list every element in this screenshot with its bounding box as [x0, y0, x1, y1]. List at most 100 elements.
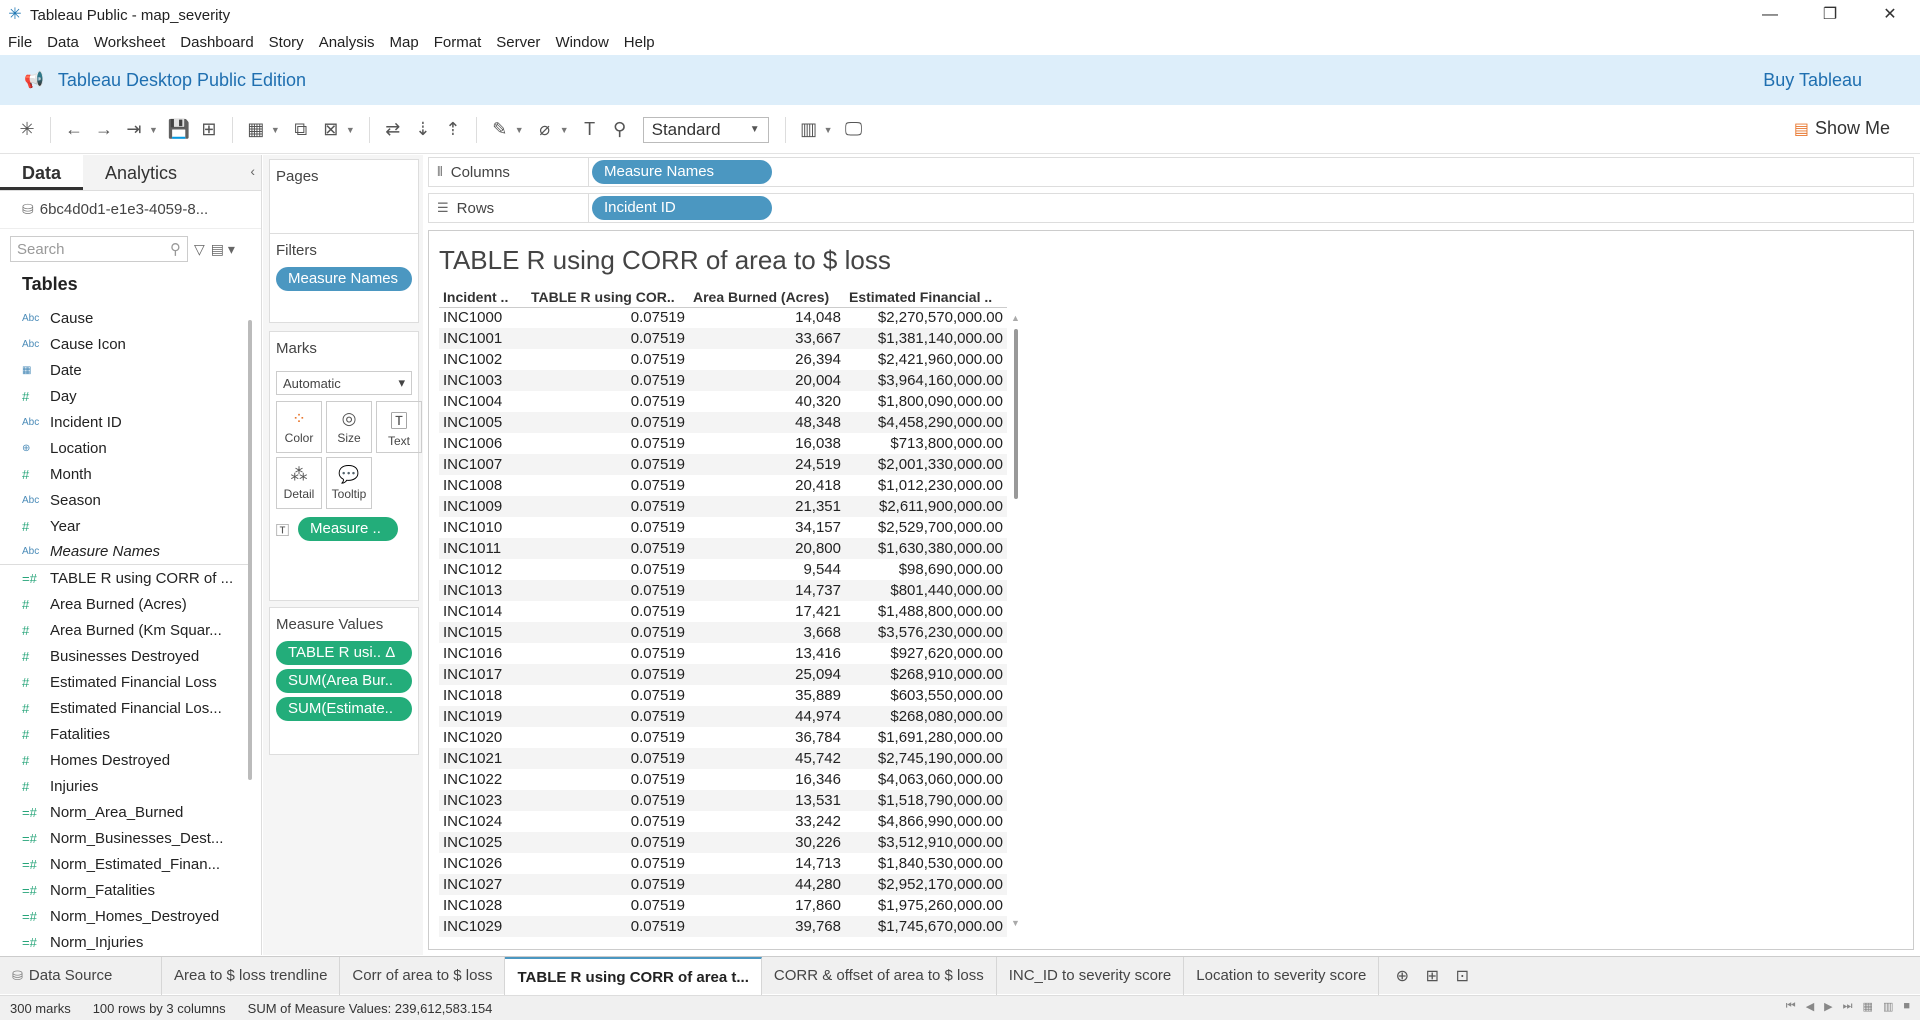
field-item[interactable]: Abc Cause [0, 305, 250, 331]
cell-loss[interactable]: $713,800,000.00 [845, 433, 1007, 454]
cell-table-r[interactable]: 0.07519 [527, 790, 689, 811]
minimize-button[interactable]: — [1740, 0, 1800, 30]
sort-ascending-icon[interactable]: ⇣ [408, 119, 438, 140]
cell-loss[interactable]: $927,620,000.00 [845, 643, 1007, 664]
cell-loss[interactable]: $1,012,230,000.00 [845, 475, 1007, 496]
tooltip-button[interactable]: 💬 Tooltip [326, 457, 372, 509]
field-item[interactable]: =# Norm_Homes_Destroyed [0, 903, 250, 929]
view-options-icon[interactable]: ▤ ▾ [211, 241, 235, 258]
cell-table-r[interactable]: 0.07519 [527, 727, 689, 748]
field-item[interactable]: =# Norm_Area_Burned [0, 799, 250, 825]
cell-loss[interactable]: $1,488,800,000.00 [845, 601, 1007, 622]
cell-incident[interactable]: INC1015 [439, 622, 527, 643]
field-list-scrollbar[interactable] [248, 320, 252, 780]
tab-view-icon[interactable]: ■ [1903, 1000, 1910, 1013]
menu-help[interactable]: Help [624, 34, 655, 51]
tab-data[interactable]: Data [0, 155, 84, 190]
cell-area[interactable]: 45,742 [689, 748, 845, 769]
marks-pill-measure[interactable]: Measure .. [298, 517, 398, 541]
sheet-tab[interactable]: CORR & offset of area to $ loss [762, 956, 997, 995]
cell-area[interactable]: 30,226 [689, 832, 845, 853]
field-item[interactable]: ▦ Date [0, 357, 250, 383]
clear-sheet-icon[interactable]: ⊠ [316, 119, 346, 140]
new-dashboard-icon[interactable]: ⊞ [1417, 966, 1447, 986]
cell-table-r[interactable]: 0.07519 [527, 601, 689, 622]
cell-area[interactable]: 13,531 [689, 790, 845, 811]
detail-button[interactable]: ⁂ Detail [276, 457, 322, 509]
field-item[interactable]: # Estimated Financial Los... [0, 695, 250, 721]
cell-table-r[interactable]: 0.07519 [527, 475, 689, 496]
cell-table-r[interactable]: 0.07519 [527, 664, 689, 685]
field-item[interactable]: =# Norm_Injuries [0, 929, 250, 955]
cell-loss[interactable]: $2,745,190,000.00 [845, 748, 1007, 769]
field-item[interactable]: # Month [0, 461, 250, 487]
cell-table-r[interactable]: 0.07519 [527, 412, 689, 433]
field-item[interactable]: Abc Cause Icon [0, 331, 250, 357]
menu-data[interactable]: Data [47, 34, 79, 51]
cell-incident[interactable]: INC1000 [439, 307, 527, 328]
show-me-button[interactable]: ▤ Show Me [1794, 118, 1890, 139]
menu-dashboard[interactable]: Dashboard [180, 34, 253, 51]
cell-table-r[interactable]: 0.07519 [527, 874, 689, 895]
menu-story[interactable]: Story [269, 34, 304, 51]
field-item[interactable]: Abc Measure Names [0, 539, 250, 565]
cell-incident[interactable]: INC1026 [439, 853, 527, 874]
text-button[interactable]: 🅃 Text [376, 401, 422, 453]
search-input[interactable]: Search ⚲ [10, 236, 188, 262]
cell-area[interactable]: 17,860 [689, 895, 845, 916]
field-item[interactable]: # Area Burned (Acres) [0, 591, 250, 617]
collapse-pane-icon[interactable]: ‹ [250, 163, 255, 179]
cell-table-r[interactable]: 0.07519 [527, 538, 689, 559]
cell-loss[interactable]: $4,866,990,000.00 [845, 811, 1007, 832]
measure-pill-area[interactable]: SUM(Area Bur.. [276, 669, 412, 693]
cell-area[interactable]: 9,544 [689, 559, 845, 580]
field-item[interactable]: =# TABLE R using CORR of ... [0, 565, 250, 591]
cell-loss[interactable]: $2,611,900,000.00 [845, 496, 1007, 517]
new-story-icon[interactable]: ⊡ [1447, 966, 1477, 986]
field-item[interactable]: # Homes Destroyed [0, 747, 250, 773]
cell-incident[interactable]: INC1027 [439, 874, 527, 895]
filter-pill-measure-names[interactable]: Measure Names [276, 267, 412, 291]
cell-incident[interactable]: INC1006 [439, 433, 527, 454]
cell-table-r[interactable]: 0.07519 [527, 832, 689, 853]
table-scrollbar[interactable]: ▲ ▼ [1011, 313, 1021, 928]
cell-incident[interactable]: INC1018 [439, 685, 527, 706]
replay-icon[interactable]: ⇥ [119, 119, 149, 140]
sheet-tab[interactable]: Area to $ loss trendline [162, 956, 341, 995]
cell-incident[interactable]: INC1014 [439, 601, 527, 622]
add-datasource-icon[interactable]: ⊞ [194, 119, 224, 140]
header-loss[interactable]: Estimated Financial .. [845, 287, 1007, 308]
cell-incident[interactable]: INC1016 [439, 643, 527, 664]
last-sheet-icon[interactable]: ⏭ [1843, 1000, 1853, 1013]
film-strip-icon[interactable]: ▥ [1883, 1000, 1893, 1013]
filter-icon[interactable]: ▽ [194, 241, 205, 258]
cell-loss[interactable]: $2,529,700,000.00 [845, 517, 1007, 538]
chevron-down-icon[interactable]: ▼ [560, 125, 569, 135]
cell-area[interactable]: 25,094 [689, 664, 845, 685]
cell-table-r[interactable]: 0.07519 [527, 370, 689, 391]
cell-area[interactable]: 20,418 [689, 475, 845, 496]
cell-incident[interactable]: INC1022 [439, 769, 527, 790]
data-source-tab[interactable]: ⛁ Data Source [0, 956, 162, 995]
cell-area[interactable]: 44,280 [689, 874, 845, 895]
cell-area[interactable]: 48,348 [689, 412, 845, 433]
cell-area[interactable]: 33,242 [689, 811, 845, 832]
presentation-mode-icon[interactable]: 🖵 [839, 119, 869, 140]
cell-incident[interactable]: INC1009 [439, 496, 527, 517]
scroll-down-icon[interactable]: ▼ [1011, 918, 1020, 928]
cell-loss[interactable]: $268,080,000.00 [845, 706, 1007, 727]
cell-area[interactable]: 17,421 [689, 601, 845, 622]
next-sheet-icon[interactable]: ▶ [1824, 1000, 1832, 1013]
cell-incident[interactable]: INC1005 [439, 412, 527, 433]
scroll-thumb[interactable] [1014, 329, 1018, 499]
cell-incident[interactable]: INC1012 [439, 559, 527, 580]
cell-table-r[interactable]: 0.07519 [527, 706, 689, 727]
cell-area[interactable]: 40,320 [689, 391, 845, 412]
datasource-item[interactable]: ⛁ 6bc4d0d1-e1e3-4059-8... [0, 191, 261, 229]
cell-incident[interactable]: INC1029 [439, 916, 527, 937]
scroll-up-icon[interactable]: ▲ [1011, 313, 1020, 323]
color-button[interactable]: ⁘ Color [276, 401, 322, 453]
fit-select[interactable]: Standard ▼ [642, 116, 769, 143]
cell-area[interactable]: 16,346 [689, 769, 845, 790]
cell-area[interactable]: 14,737 [689, 580, 845, 601]
